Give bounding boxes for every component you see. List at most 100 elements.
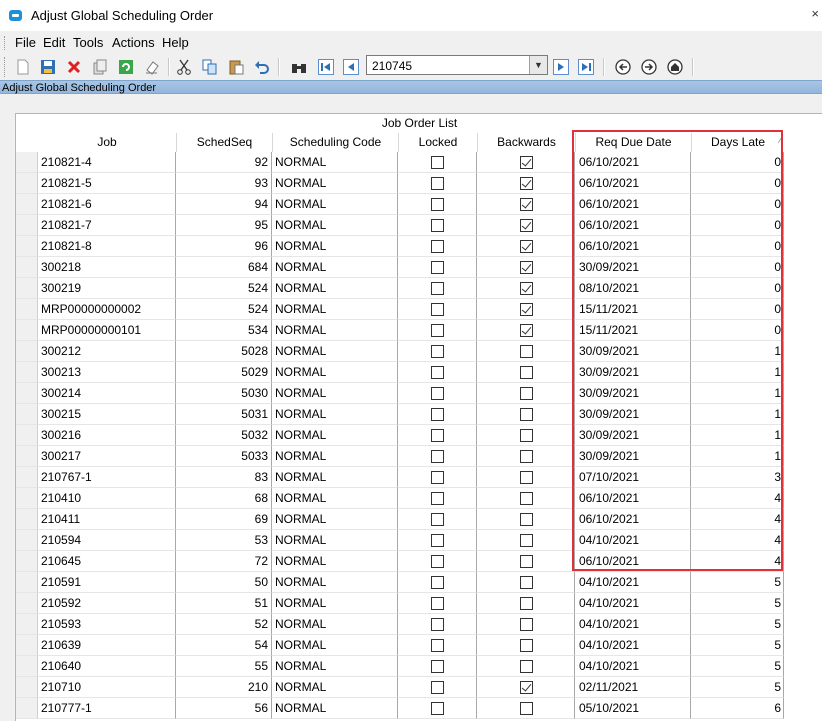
locked-checkbox[interactable] — [431, 324, 444, 337]
job-number-combo[interactable]: 210745 ▼ — [366, 55, 548, 75]
cell-req-due-date[interactable]: 06/10/2021 — [575, 194, 691, 215]
cell-req-due-date[interactable]: 30/09/2021 — [575, 341, 691, 362]
cell-scheduling-code[interactable]: NORMAL — [272, 593, 398, 614]
table-row[interactable]: 210821-5 93 NORMAL 06/10/2021 0 — [16, 173, 822, 194]
cell-schedseq[interactable]: 92 — [176, 152, 272, 173]
cell-job[interactable]: 210591 — [38, 572, 176, 593]
find-icon[interactable] — [289, 57, 309, 77]
cell-scheduling-code[interactable]: NORMAL — [272, 425, 398, 446]
cell-req-due-date[interactable]: 30/09/2021 — [575, 425, 691, 446]
cell-req-due-date[interactable]: 04/10/2021 — [575, 635, 691, 656]
table-row[interactable]: 210645 72 NORMAL 06/10/2021 4 — [16, 551, 822, 572]
row-selector[interactable] — [16, 404, 38, 425]
locked-checkbox[interactable] — [431, 366, 444, 379]
row-selector[interactable] — [16, 383, 38, 404]
backwards-checkbox[interactable] — [520, 513, 533, 526]
locked-checkbox[interactable] — [431, 513, 444, 526]
table-row[interactable]: 210821-7 95 NORMAL 06/10/2021 0 — [16, 215, 822, 236]
paste-icon[interactable] — [226, 57, 246, 77]
cell-req-due-date[interactable]: 06/10/2021 — [575, 488, 691, 509]
backwards-checkbox[interactable] — [520, 492, 533, 505]
cell-schedseq[interactable]: 56 — [176, 698, 272, 719]
table-row[interactable]: 210594 53 NORMAL 04/10/2021 4 — [16, 530, 822, 551]
cell-days-late[interactable]: 4 — [691, 488, 784, 509]
copy2-icon[interactable] — [200, 57, 220, 77]
cell-schedseq[interactable]: 55 — [176, 656, 272, 677]
cell-scheduling-code[interactable]: NORMAL — [272, 299, 398, 320]
locked-checkbox[interactable] — [431, 660, 444, 673]
cell-days-late[interactable]: 5 — [691, 677, 784, 698]
cell-job[interactable]: 210640 — [38, 656, 176, 677]
row-selector[interactable] — [16, 173, 38, 194]
cell-schedseq[interactable]: 54 — [176, 635, 272, 656]
backwards-checkbox[interactable] — [520, 261, 533, 274]
cell-schedseq[interactable]: 72 — [176, 551, 272, 572]
locked-checkbox[interactable] — [431, 450, 444, 463]
cell-scheduling-code[interactable]: NORMAL — [272, 656, 398, 677]
undo-icon[interactable] — [252, 57, 272, 77]
cell-scheduling-code[interactable]: NORMAL — [272, 383, 398, 404]
row-selector[interactable] — [16, 425, 38, 446]
cell-req-due-date[interactable]: 08/10/2021 — [575, 278, 691, 299]
backwards-checkbox[interactable] — [520, 597, 533, 610]
col-header-scheduling-code[interactable]: Scheduling Code — [272, 133, 398, 152]
cell-job[interactable]: 300218 — [38, 257, 176, 278]
cell-days-late[interactable]: 5 — [691, 572, 784, 593]
cell-schedseq[interactable]: 94 — [176, 194, 272, 215]
cell-schedseq[interactable]: 51 — [176, 593, 272, 614]
table-row[interactable]: 210593 52 NORMAL 04/10/2021 5 — [16, 614, 822, 635]
cell-job[interactable]: 210594 — [38, 530, 176, 551]
locked-checkbox[interactable] — [431, 471, 444, 484]
row-selector[interactable] — [16, 467, 38, 488]
save-icon[interactable] — [38, 57, 58, 77]
cell-req-due-date[interactable]: 06/10/2021 — [575, 509, 691, 530]
table-row[interactable]: 210592 51 NORMAL 04/10/2021 5 — [16, 593, 822, 614]
backwards-checkbox[interactable] — [520, 639, 533, 652]
cell-schedseq[interactable]: 93 — [176, 173, 272, 194]
clear-icon[interactable] — [142, 57, 162, 77]
backwards-checkbox[interactable] — [520, 387, 533, 400]
home-icon[interactable] — [665, 57, 685, 77]
cell-req-due-date[interactable]: 15/11/2021 — [575, 320, 691, 341]
cell-scheduling-code[interactable]: NORMAL — [272, 341, 398, 362]
row-selector[interactable] — [16, 488, 38, 509]
locked-checkbox[interactable] — [431, 492, 444, 505]
cell-scheduling-code[interactable]: NORMAL — [272, 467, 398, 488]
cell-scheduling-code[interactable]: NORMAL — [272, 530, 398, 551]
locked-checkbox[interactable] — [431, 345, 444, 358]
cell-scheduling-code[interactable]: NORMAL — [272, 362, 398, 383]
cell-days-late[interactable]: 1 — [691, 404, 784, 425]
row-selector[interactable] — [16, 152, 38, 173]
cell-req-due-date[interactable]: 15/11/2021 — [575, 299, 691, 320]
menu-help[interactable]: Help — [162, 35, 189, 50]
cell-job[interactable]: 210767-1 — [38, 467, 176, 488]
table-row[interactable]: 300214 5030 NORMAL 30/09/2021 1 — [16, 383, 822, 404]
cell-days-late[interactable]: 5 — [691, 593, 784, 614]
col-header-locked[interactable]: Locked — [398, 133, 477, 152]
cell-schedseq[interactable]: 5033 — [176, 446, 272, 467]
row-selector[interactable] — [16, 362, 38, 383]
locked-checkbox[interactable] — [431, 387, 444, 400]
row-selector[interactable] — [16, 572, 38, 593]
table-row[interactable]: 300219 524 NORMAL 08/10/2021 0 — [16, 278, 822, 299]
cell-job[interactable]: 210639 — [38, 635, 176, 656]
cell-days-late[interactable]: 0 — [691, 278, 784, 299]
cell-schedseq[interactable]: 83 — [176, 467, 272, 488]
cell-schedseq[interactable]: 96 — [176, 236, 272, 257]
cell-job[interactable]: MRP00000000101 — [38, 320, 176, 341]
cell-scheduling-code[interactable]: NORMAL — [272, 173, 398, 194]
backwards-checkbox[interactable] — [520, 471, 533, 484]
cell-schedseq[interactable]: 524 — [176, 278, 272, 299]
cell-scheduling-code[interactable]: NORMAL — [272, 278, 398, 299]
backwards-checkbox[interactable] — [520, 408, 533, 421]
cell-job[interactable]: 210821-8 — [38, 236, 176, 257]
backwards-checkbox[interactable] — [520, 702, 533, 715]
cell-job[interactable]: 210411 — [38, 509, 176, 530]
col-header-req-due-date[interactable]: Req Due Date — [575, 133, 691, 152]
cell-days-late[interactable]: 0 — [691, 215, 784, 236]
cell-schedseq[interactable]: 53 — [176, 530, 272, 551]
delete-icon[interactable] — [64, 57, 84, 77]
cell-scheduling-code[interactable]: NORMAL — [272, 404, 398, 425]
cell-req-due-date[interactable]: 30/09/2021 — [575, 446, 691, 467]
table-row[interactable]: 300212 5028 NORMAL 30/09/2021 1 — [16, 341, 822, 362]
